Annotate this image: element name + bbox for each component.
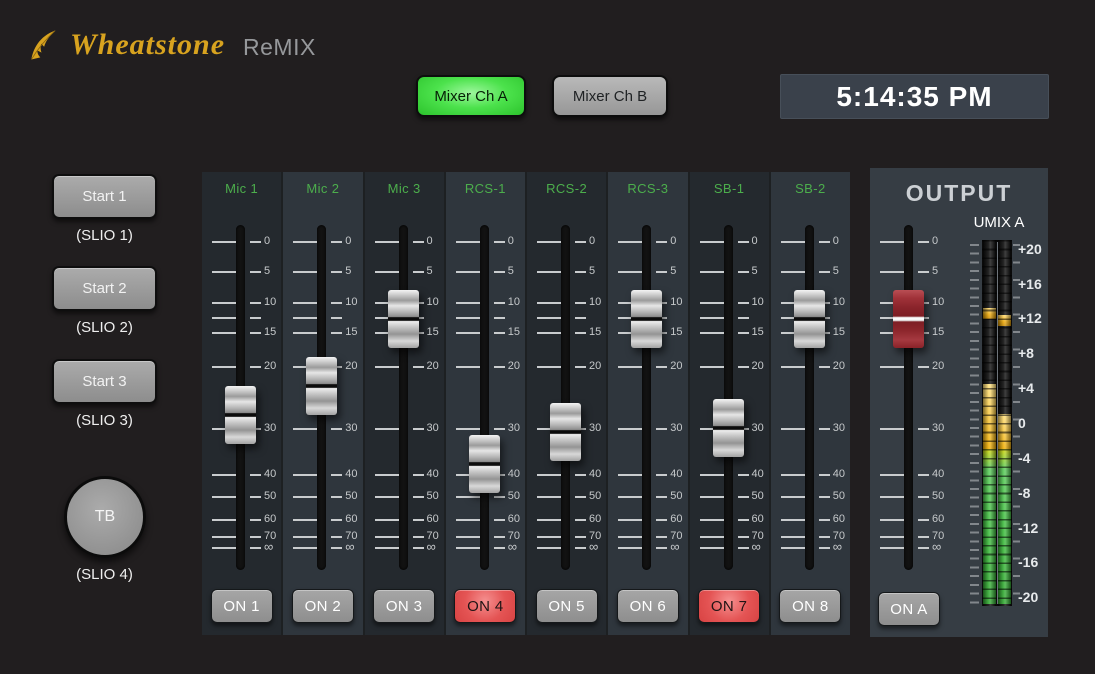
channel-fader[interactable]: 051015203040506070∞ [446,225,525,570]
channel-on-button[interactable]: ON 5 [536,589,598,623]
fader-knob[interactable] [550,403,581,461]
channel-on-button[interactable]: ON 4 [454,589,516,623]
meter-scale-label: +20 [1018,241,1042,257]
channel-strip: RCS-1 051015203040506070∞ ON 4 [444,172,525,635]
fader-knob[interactable] [306,357,337,415]
channel-strip: RCS-2 051015203040506070∞ ON 5 [525,172,606,635]
channel-fader[interactable]: 051015203040506070∞ [202,225,281,570]
fader-knob[interactable] [469,435,500,493]
channel-on-button[interactable]: ON 7 [698,589,760,623]
channel-fader[interactable]: 051015203040506070∞ [365,225,444,570]
meter-scale-label: -8 [1018,485,1030,501]
start-3-button[interactable]: Start 3 [52,359,157,404]
wheatstone-feather-icon [26,28,64,62]
output-fader[interactable]: 051015203040506070∞ [870,225,975,570]
meter-scale-label: +16 [1018,276,1042,292]
fader-knob[interactable] [713,399,744,457]
channel-strip: SB-2 051015203040506070∞ ON 8 [769,172,850,635]
app-logo: Wheatstone ReMIX [26,28,316,62]
channel-strips-panel: Mic 1 051015203040506070∞ ON 1 Mic 2 051… [202,172,850,635]
channel-label: SB-1 [690,181,769,199]
product-name: ReMIX [243,32,316,59]
fader-track[interactable] [724,225,733,570]
channel-fader[interactable]: 051015203040506070∞ [771,225,850,570]
slio-2-label: (SLIO 2) [52,319,157,337]
meter-source-label: UMIX A [965,214,1033,231]
fader-track[interactable] [805,225,814,570]
channel-on-button[interactable]: ON 3 [373,589,435,623]
channel-label: SB-2 [771,181,850,199]
meter-scale-label: +4 [1018,380,1034,396]
talkback-button[interactable]: TB [64,476,146,558]
channel-on-button[interactable]: ON 6 [617,589,679,623]
tab-mixer-ch-a[interactable]: Mixer Ch A [416,75,526,117]
meter-scale-label: -4 [1018,450,1030,466]
fader-track[interactable] [642,225,651,570]
channel-on-button[interactable]: ON 8 [779,589,841,623]
meter-scale-label: +8 [1018,345,1034,361]
channel-fader[interactable]: 051015203040506070∞ [283,225,362,570]
channel-label: RCS-1 [446,181,525,199]
channel-strip: SB-1 051015203040506070∞ ON 7 [688,172,769,635]
meter-peak-segment [998,315,1011,326]
channel-label: Mic 3 [365,181,444,199]
fader-knob[interactable] [631,290,662,348]
meter-minor-ticks-left [970,240,979,606]
fader-knob[interactable] [225,386,256,444]
meter-channel-left [983,240,996,606]
clock-display: 5:14:35 PM [780,74,1049,119]
slio-4-label: (SLIO 4) [52,566,157,584]
meter-peak-segment [983,308,996,319]
channel-strip: Mic 3 051015203040506070∞ ON 3 [363,172,444,635]
fader-knob[interactable] [893,290,924,348]
meter-scale-label: -12 [1018,520,1038,536]
tab-mixer-ch-b[interactable]: Mixer Ch B [552,75,668,117]
meter-channel-right [998,240,1011,606]
channel-label: RCS-3 [608,181,687,199]
fader-knob[interactable] [794,290,825,348]
fader-track[interactable] [904,225,913,570]
channel-label: RCS-2 [527,181,606,199]
channel-strip: Mic 2 051015203040506070∞ ON 2 [281,172,362,635]
fader-track[interactable] [480,225,489,570]
channel-strip: RCS-3 051015203040506070∞ ON 6 [606,172,687,635]
fader-knob[interactable] [388,290,419,348]
brand-name: Wheatstone [70,30,225,60]
meter-scale-label: +12 [1018,310,1042,326]
channel-fader[interactable]: 051015203040506070∞ [690,225,769,570]
output-level-meter [982,240,1012,606]
channel-label: Mic 1 [202,181,281,199]
meter-scale-label: -20 [1018,589,1038,605]
channel-label: Mic 2 [283,181,362,199]
meter-bar [983,384,996,604]
channel-on-button[interactable]: ON 2 [292,589,354,623]
fader-track[interactable] [561,225,570,570]
slio-1-label: (SLIO 1) [52,227,157,245]
channel-fader[interactable]: 051015203040506070∞ [527,225,606,570]
meter-scale-label: -16 [1018,554,1038,570]
start-1-button[interactable]: Start 1 [52,174,157,219]
channel-fader[interactable]: 051015203040506070∞ [608,225,687,570]
output-title: OUTPUT [870,180,1048,207]
output-panel: OUTPUT 051015203040506070∞ UMIX A ON A +… [870,168,1048,637]
meter-channel-separator [997,242,998,604]
meter-scale-label: 0 [1018,415,1026,431]
slio-3-label: (SLIO 3) [52,412,157,430]
fader-track[interactable] [399,225,408,570]
meter-bar [998,414,1011,604]
start-2-button[interactable]: Start 2 [52,266,157,311]
channel-strip: Mic 1 051015203040506070∞ ON 1 [202,172,281,635]
channel-on-button[interactable]: ON 1 [211,589,273,623]
output-on-button[interactable]: ON A [878,592,940,626]
